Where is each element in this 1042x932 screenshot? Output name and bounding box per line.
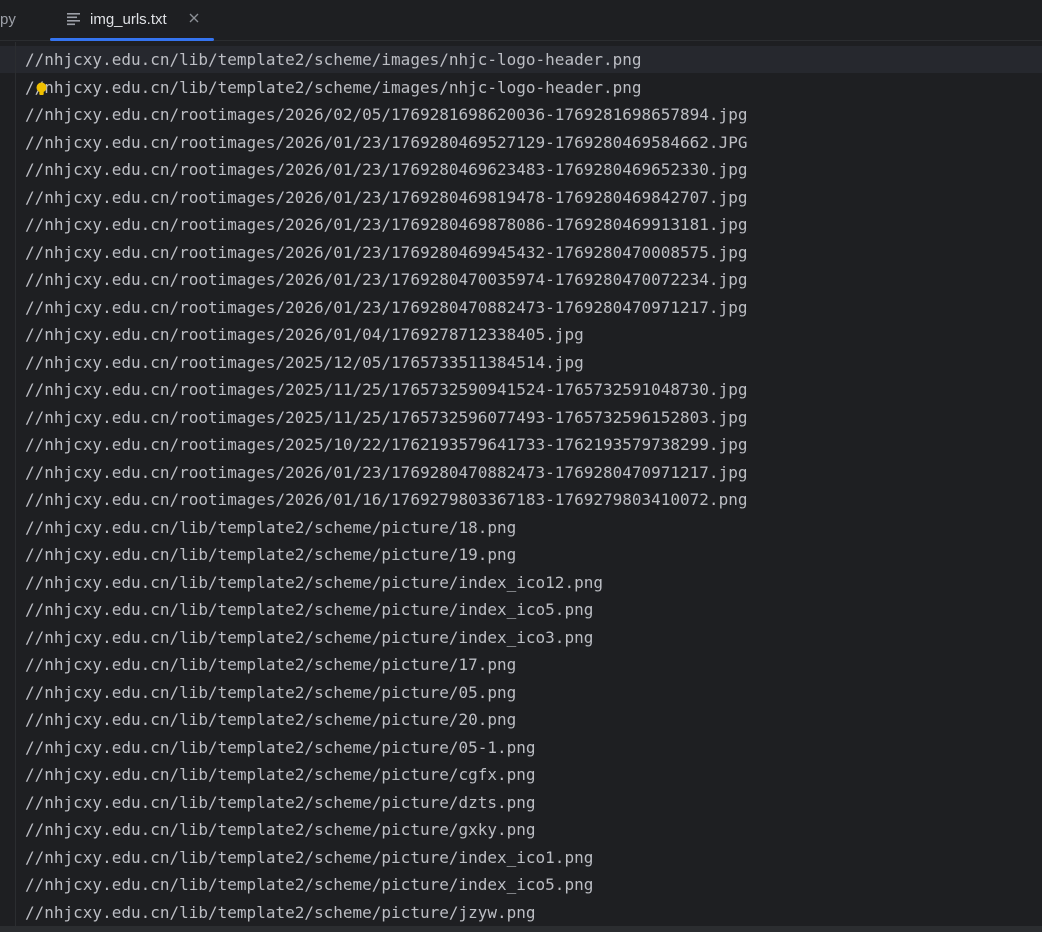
- code-line[interactable]: //nhjcxy.edu.cn/lib/template2/scheme/pic…: [25, 651, 747, 679]
- code-line[interactable]: //nhjcxy.edu.cn/lib/template2/scheme/pic…: [25, 706, 747, 734]
- code-line[interactable]: //nhjcxy.edu.cn/lib/template2/scheme/pic…: [25, 596, 747, 624]
- code-line[interactable]: //nhjcxy.edu.cn/rootimages/2026/01/23/17…: [25, 184, 747, 212]
- code-line[interactable]: //nhjcxy.edu.cn/lib/template2/scheme/pic…: [25, 679, 747, 707]
- code-line[interactable]: //nhjcxy.edu.cn/rootimages/2026/02/05/17…: [25, 101, 747, 129]
- code-line[interactable]: //nhjcxy.edu.cn/rootimages/2026/01/23/17…: [25, 294, 747, 322]
- tab-label: img_urls.txt: [90, 11, 167, 28]
- code-line[interactable]: //nhjcxy.edu.cn/rootimages/2026/01/04/17…: [25, 321, 747, 349]
- code-line[interactable]: //nhjcxy.edu.cn/lib/template2/scheme/ima…: [25, 74, 747, 102]
- code-line[interactable]: //nhjcxy.edu.cn/lib/template2/scheme/pic…: [25, 789, 747, 817]
- code-line[interactable]: //nhjcxy.edu.cn/lib/template2/scheme/pic…: [25, 514, 747, 542]
- code-line[interactable]: //nhjcxy.edu.cn/lib/template2/scheme/pic…: [25, 541, 747, 569]
- code-line[interactable]: //nhjcxy.edu.cn/lib/template2/scheme/pic…: [25, 844, 747, 872]
- code-line[interactable]: //nhjcxy.edu.cn/rootimages/2026/01/23/17…: [25, 211, 747, 239]
- text-editor[interactable]: //nhjcxy.edu.cn/lib/template2/scheme/ima…: [0, 42, 1042, 932]
- gutter-divider: [15, 42, 16, 932]
- tab-partial-previous[interactable]: py: [0, 0, 16, 40]
- code-line[interactable]: //nhjcxy.edu.cn/rootimages/2025/12/05/17…: [25, 349, 747, 377]
- code-line[interactable]: //nhjcxy.edu.cn/rootimages/2026/01/23/17…: [25, 129, 747, 157]
- code-line[interactable]: //nhjcxy.edu.cn/rootimages/2026/01/23/17…: [25, 266, 747, 294]
- code-line[interactable]: //nhjcxy.edu.cn/rootimages/2026/01/23/17…: [25, 156, 747, 184]
- horizontal-scrollbar[interactable]: [0, 926, 1042, 932]
- code-line[interactable]: //nhjcxy.edu.cn/lib/template2/scheme/pic…: [25, 816, 747, 844]
- code-line[interactable]: //nhjcxy.edu.cn/lib/template2/scheme/pic…: [25, 569, 747, 597]
- close-icon[interactable]: [188, 11, 200, 23]
- lightbulb-icon[interactable]: [36, 82, 47, 96]
- code-line[interactable]: //nhjcxy.edu.cn/lib/template2/scheme/pic…: [25, 899, 747, 927]
- code-lines[interactable]: //nhjcxy.edu.cn/lib/template2/scheme/ima…: [25, 46, 747, 926]
- code-line[interactable]: //nhjcxy.edu.cn/rootimages/2026/01/23/17…: [25, 459, 747, 487]
- code-line[interactable]: //nhjcxy.edu.cn/lib/template2/scheme/pic…: [25, 761, 747, 789]
- code-line[interactable]: //nhjcxy.edu.cn/lib/template2/scheme/pic…: [25, 871, 747, 899]
- code-line[interactable]: //nhjcxy.edu.cn/lib/template2/scheme/pic…: [25, 624, 747, 652]
- code-line[interactable]: //nhjcxy.edu.cn/rootimages/2026/01/23/17…: [25, 239, 747, 267]
- editor-tab-bar: py img_urls.txt: [0, 0, 1042, 41]
- tab-img-urls[interactable]: img_urls.txt: [50, 0, 214, 41]
- text-file-icon: [66, 12, 82, 26]
- active-tab-indicator: [50, 38, 214, 41]
- code-line[interactable]: //nhjcxy.edu.cn/rootimages/2026/01/16/17…: [25, 486, 747, 514]
- code-line[interactable]: //nhjcxy.edu.cn/lib/template2/scheme/ima…: [25, 46, 747, 74]
- code-line[interactable]: //nhjcxy.edu.cn/rootimages/2025/11/25/17…: [25, 404, 747, 432]
- code-line[interactable]: //nhjcxy.edu.cn/rootimages/2025/11/25/17…: [25, 376, 747, 404]
- code-line[interactable]: //nhjcxy.edu.cn/lib/template2/scheme/pic…: [25, 734, 747, 762]
- code-line[interactable]: //nhjcxy.edu.cn/rootimages/2025/10/22/17…: [25, 431, 747, 459]
